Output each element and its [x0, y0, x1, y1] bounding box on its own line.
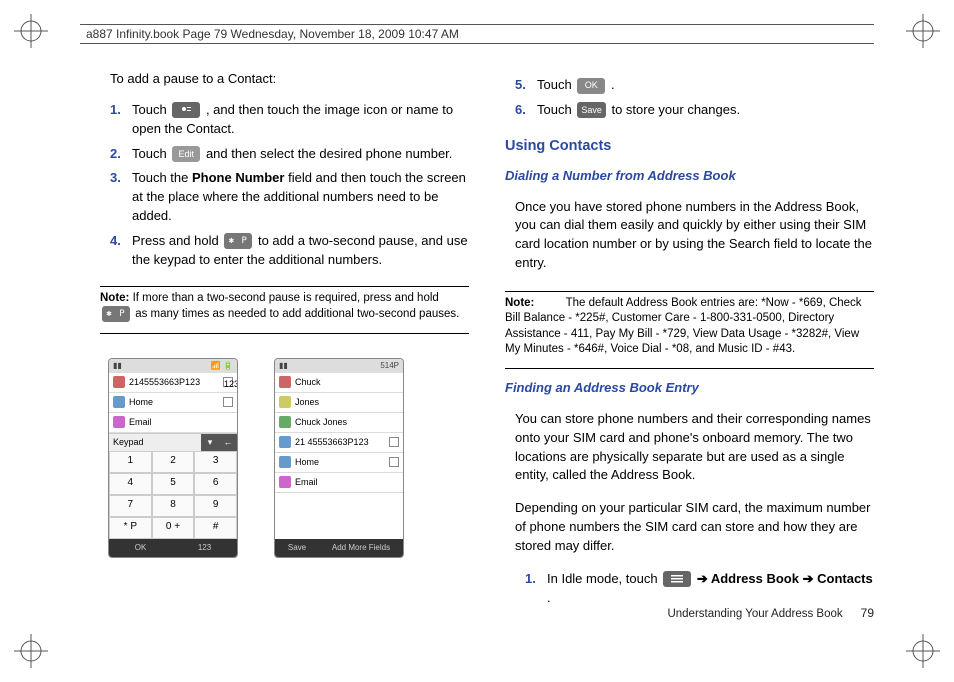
key: 1 — [109, 451, 152, 473]
running-header-text: a887 Infinity.book Page 79 Wednesday, No… — [86, 27, 459, 41]
subsection-heading: Dialing a Number from Address Book — [505, 167, 874, 186]
step-text: Touch — [537, 102, 575, 117]
step-number: 4. — [110, 232, 132, 270]
save-button-icon: Save — [577, 102, 606, 118]
softkey: Add More Fields — [332, 542, 390, 554]
key: 0 + — [152, 517, 195, 539]
phone-screenshot-keypad: ▮▮📶 🔋 2145553663P123123 Home Email Keypa… — [108, 358, 238, 558]
rule — [505, 368, 874, 369]
step-text: and then select the desired phone number… — [206, 146, 452, 161]
step-text: Touch — [537, 77, 575, 92]
step-number: 2. — [110, 145, 132, 164]
step-text: Press and hold — [132, 233, 222, 248]
lead-text: To add a pause to a Contact: — [110, 70, 469, 89]
step-6: 6. Touch Save to store your changes. — [515, 101, 874, 120]
running-header: a887 Infinity.book Page 79 Wednesday, No… — [80, 24, 874, 44]
note: Note: If more than a two-second pause is… — [100, 291, 469, 323]
contacts-icon — [172, 102, 200, 118]
arrow-icon: ➔ — [697, 571, 711, 586]
step-1: 1. Touch , and then touch the image icon… — [110, 101, 469, 139]
softkey: Save — [288, 542, 306, 554]
softkey: 123 — [198, 542, 211, 554]
key: 9 — [194, 495, 237, 517]
key: 8 — [152, 495, 195, 517]
rule — [100, 286, 469, 287]
edit-button-icon: Edit — [172, 146, 200, 162]
rule — [505, 291, 874, 292]
dropdown-icon: ▾ — [201, 434, 219, 451]
field-value: Email — [129, 416, 152, 429]
step-number: 5. — [515, 76, 537, 95]
key: 3 — [194, 451, 237, 473]
right-column: 5. Touch OK . 6. Touch Save to store you… — [505, 70, 874, 622]
field-value: 21 45553663P123 — [295, 436, 369, 449]
step-4: 4. Press and hold ✱ P to add a two-secon… — [110, 232, 469, 270]
step-text: to store your changes. — [611, 102, 740, 117]
pause-key-icon: ✱ P — [224, 233, 252, 249]
note: Note: The default Address Book entries a… — [505, 296, 874, 358]
step-text: Touch the — [132, 170, 192, 185]
pause-key-icon: ✱ P — [102, 306, 130, 322]
step-text: In Idle mode, touch — [547, 571, 661, 586]
key: 6 — [194, 473, 237, 495]
section-heading: Using Contacts — [505, 136, 874, 157]
arrow-icon: ➔ — [803, 571, 818, 586]
softkey: OK — [135, 542, 147, 554]
note-label: Note: — [100, 292, 129, 304]
step-2: 2. Touch Edit and then select the desire… — [110, 145, 469, 164]
step-bold: Phone Number — [192, 170, 284, 185]
rule — [100, 333, 469, 334]
note-text: The default Address Book entries are: *N… — [505, 297, 862, 356]
field-value: Chuck — [295, 376, 321, 389]
key: 7 — [109, 495, 152, 517]
step-text: Touch — [132, 102, 170, 117]
cropmark-icon — [906, 14, 940, 48]
nav-item: Contacts — [817, 571, 873, 586]
field-value: Home — [295, 456, 319, 469]
step-number: 1. — [525, 570, 547, 608]
cropmark-icon — [906, 634, 940, 668]
paragraph: Once you have stored phone numbers in th… — [515, 198, 874, 273]
step-number: 3. — [110, 169, 132, 226]
page-number: 79 — [861, 606, 874, 620]
key: 4 — [109, 473, 152, 495]
step-text: . — [611, 77, 615, 92]
note-text: as many times as needed to add additiona… — [135, 308, 459, 320]
phone-screenshot-contact: ▮▮514P Chuck Jones Chuck Jones 21 455536… — [274, 358, 404, 558]
step-3: 3. Touch the Phone Number field and then… — [110, 169, 469, 226]
note-label: Note: — [505, 297, 534, 309]
field-value: Email — [295, 476, 318, 489]
cropmark-icon — [14, 634, 48, 668]
step-text: Touch — [132, 146, 170, 161]
paragraph: You can store phone numbers and their co… — [515, 410, 874, 485]
keypad: 123 456 789 * P0 +# — [109, 451, 237, 539]
note-text: If more than a two-second pause is requi… — [133, 292, 439, 304]
field-value: Jones — [295, 396, 319, 409]
paragraph: Depending on your particular SIM card, t… — [515, 499, 874, 556]
subsection-heading: Finding an Address Book Entry — [505, 379, 874, 398]
keypad-label: Keypad — [109, 434, 201, 451]
step-number: 1. — [110, 101, 132, 139]
left-column: To add a pause to a Contact: 1. Touch , … — [100, 70, 469, 622]
page-footer: Understanding Your Address Book 79 — [667, 606, 874, 620]
key: * P — [109, 517, 152, 539]
field-value: 2145553663P123 — [129, 376, 200, 389]
key: # — [194, 517, 237, 539]
key: 2 — [152, 451, 195, 473]
step-number: 6. — [515, 101, 537, 120]
field-value: Home — [129, 396, 153, 409]
step-text: . — [547, 590, 551, 605]
ok-button-icon: OK — [577, 78, 605, 94]
step-1b: 1. In Idle mode, touch ➔ Address Book ➔ … — [525, 570, 874, 608]
menu-icon — [663, 571, 691, 587]
cropmark-icon — [14, 14, 48, 48]
nav-item: Address Book — [711, 571, 799, 586]
field-value: Chuck Jones — [295, 416, 347, 429]
section-title: Understanding Your Address Book — [667, 608, 842, 620]
step-5: 5. Touch OK . — [515, 76, 874, 95]
key: 5 — [152, 473, 195, 495]
back-icon: ← — [219, 434, 237, 451]
screenshots: ▮▮📶 🔋 2145553663P123123 Home Email Keypa… — [100, 358, 469, 558]
